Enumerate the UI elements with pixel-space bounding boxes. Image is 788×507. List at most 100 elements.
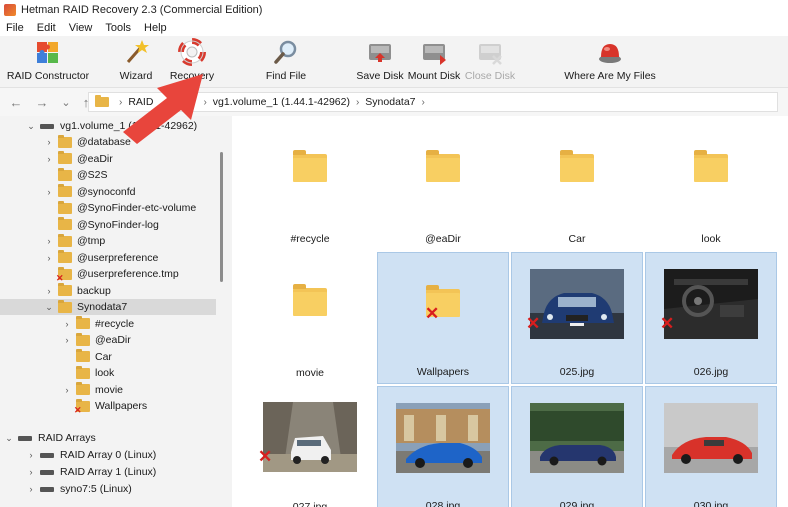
tree-node[interactable]: › @eaDir [0, 332, 216, 348]
folder-icon [58, 217, 72, 230]
folder-icon [76, 332, 90, 346]
tree-node[interactable]: › @synoconfd [0, 184, 216, 200]
tree-node[interactable]: @S2S [0, 167, 216, 183]
panel-splitter[interactable] [224, 116, 232, 507]
title-bar: Hetman RAID Recovery 2.3 (Commercial Edi… [0, 0, 788, 20]
chevron-down-icon[interactable]: ⌄ [4, 433, 14, 444]
chevron-down-icon[interactable]: ⌄ [26, 121, 36, 132]
menu-bar: File Edit View Tools Help [0, 20, 788, 36]
menu-view[interactable]: View [63, 22, 100, 34]
tree-label: @eaDir [77, 152, 113, 165]
breadcrumb-volume[interactable]: vg1.volume_1 (1.44.1-42962) [211, 96, 352, 108]
find-file-button[interactable]: Find File [246, 38, 326, 82]
tree-label: RAID Array 0 (Linux) [60, 449, 157, 461]
folder-icon [58, 299, 72, 313]
item-name: @eaDir [425, 233, 461, 245]
raid-constructor-button[interactable]: RAID Constructor [6, 38, 90, 82]
folder-icon [58, 167, 72, 181]
tree-label: syno7:5 (Linux) [60, 483, 132, 495]
item-name: 028.jpg [425, 500, 461, 507]
tree-node[interactable]: ⌄ Synodata7 [0, 299, 216, 315]
menu-help[interactable]: Help [138, 22, 174, 34]
tree-node[interactable]: › @userpreference [0, 250, 216, 266]
folder-item[interactable]: movie [244, 252, 376, 384]
tree-scrollbar[interactable] [220, 152, 223, 282]
folder-icon [694, 150, 728, 182]
tree-node[interactable]: › movie [0, 382, 216, 398]
folder-icon [58, 151, 72, 164]
tree-node-syno7-5[interactable]: › syno7:5 (Linux) [0, 481, 216, 497]
menu-tools[interactable]: Tools [99, 22, 138, 34]
tree-node[interactable]: ✕ @userpreference.tmp [0, 266, 216, 282]
image-thumbnail [263, 402, 357, 472]
tree-node-raid-array-0[interactable]: › RAID Array 0 (Linux) [0, 447, 216, 463]
forward-arrow-icon[interactable]: → [32, 92, 52, 112]
item-name: 029.jpg [559, 500, 595, 507]
file-item[interactable]: ✕ 026.jpg [645, 252, 777, 384]
chevron-right-icon[interactable]: › [26, 450, 36, 460]
chevron-right-icon[interactable]: › [62, 319, 72, 329]
file-item[interactable]: 029.jpg [511, 386, 643, 507]
tree-node[interactable]: Car [0, 349, 216, 365]
recovery-button[interactable]: Recovery [152, 38, 232, 82]
recovery-label: Recovery [169, 70, 215, 82]
tree-label: @S2S [77, 169, 108, 181]
folder-item[interactable]: @eaDir [377, 118, 509, 250]
chevron-right-icon[interactable]: › [44, 286, 54, 296]
file-item[interactable]: ✕ 027.jpg [244, 386, 376, 507]
tree-node[interactable]: ✕ Wallpapers [0, 398, 216, 414]
tree-node[interactable]: › @tmp [0, 233, 216, 249]
folder-item[interactable]: look [645, 118, 777, 250]
chevron-right-icon[interactable]: › [26, 467, 36, 477]
folder-icon [560, 150, 594, 182]
tree-node[interactable]: look [0, 365, 216, 381]
close-disk-button[interactable]: Close Disk [450, 38, 530, 82]
menu-edit[interactable]: Edit [31, 22, 63, 34]
deleted-folder-icon: ✕ [56, 266, 72, 282]
tree-node[interactable]: › backup [0, 283, 216, 299]
tree-node[interactable]: › #recycle [0, 316, 216, 332]
chevron-right-icon[interactable]: › [44, 154, 54, 164]
item-name: 030.jpg [693, 500, 729, 507]
chevron-right-icon[interactable]: › [26, 484, 36, 494]
tree-label: Synodata7 [77, 301, 128, 313]
tree-node-raid-arrays[interactable]: ⌄ RAID Arrays [0, 430, 216, 446]
where-are-my-files-button[interactable]: Where Are My Files [564, 38, 656, 82]
chevron-right-icon[interactable]: › [44, 236, 54, 246]
back-arrow-icon[interactable]: ← [6, 92, 26, 112]
chevron-right-icon[interactable]: › [62, 385, 72, 395]
chevron-right-icon[interactable]: › [62, 335, 72, 345]
file-item[interactable]: ✕ 025.jpg [511, 252, 643, 384]
tree-label: backup [77, 284, 111, 297]
find-file-label: Find File [265, 70, 307, 82]
tree-node-raid-array-1[interactable]: › RAID Array 1 (Linux) [0, 464, 216, 480]
file-item[interactable]: 030.jpg [645, 386, 777, 507]
tree-label: vg1.volume_1 (1.44.1-42962) [60, 120, 198, 132]
disk-icon [40, 486, 54, 492]
tree-node[interactable]: @SynoFinder-log [0, 217, 216, 233]
tree-node[interactable]: @SynoFinder-etc-volume [0, 200, 216, 216]
image-thumbnail [664, 403, 758, 473]
folder-icon [76, 365, 90, 379]
tree-node-volume[interactable]: ⌄ vg1.volume_1 (1.44.1-42962) [0, 118, 216, 134]
breadcrumb-raid[interactable]: RAID [126, 96, 155, 108]
folder-item[interactable]: Car [511, 118, 643, 250]
file-item[interactable]: 028.jpg [377, 386, 509, 507]
lifebuoy-icon [178, 38, 206, 66]
tree-node[interactable]: › @database [0, 134, 216, 150]
chevron-right-icon[interactable]: › [44, 187, 54, 197]
address-bar[interactable]: › RAID › vg1.volume_1 (1.44.1-42962) › S… [88, 92, 778, 112]
chevron-down-icon[interactable]: ⌄ [44, 302, 54, 313]
chevron-right-icon[interactable]: › [44, 253, 54, 263]
deleted-mark-icon: ✕ [425, 304, 440, 323]
tree-node[interactable]: › @eaDir [0, 151, 216, 167]
folder-icon [58, 134, 72, 148]
raid-constructor-label: RAID Constructor [6, 70, 90, 82]
chevron-right-icon[interactable]: › [44, 137, 54, 147]
folder-item[interactable]: ✕ Wallpapers [377, 252, 509, 384]
folder-icon [58, 184, 72, 197]
menu-file[interactable]: File [0, 22, 31, 34]
breadcrumb-synodata7[interactable]: Synodata7 [363, 96, 417, 108]
folder-item[interactable]: #recycle [244, 118, 376, 250]
chevron-down-icon[interactable]: ⌄ [56, 92, 76, 112]
